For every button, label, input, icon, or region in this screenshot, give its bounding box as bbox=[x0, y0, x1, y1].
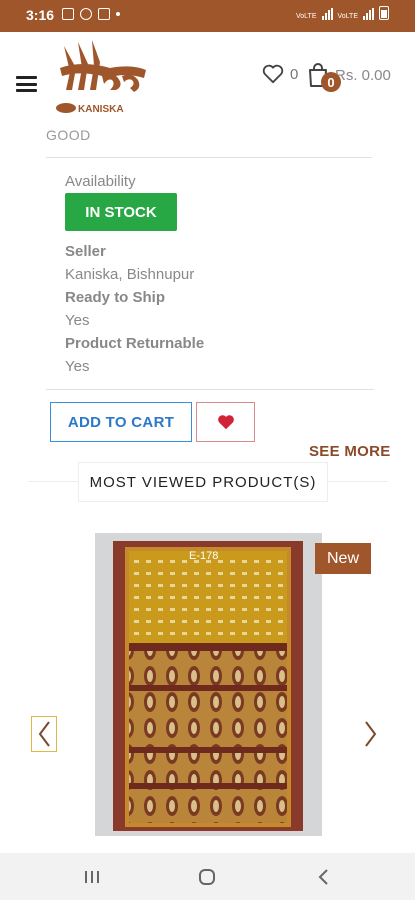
new-badge: New bbox=[315, 543, 371, 574]
divider bbox=[46, 157, 372, 158]
signal-2-icon bbox=[363, 8, 374, 20]
kaniska-logo-mark: KANISKA bbox=[56, 40, 146, 115]
status-bar: 3:16 VoLTE VoLTE bbox=[0, 0, 415, 32]
returnable-value: Yes bbox=[65, 358, 90, 375]
add-to-wishlist-button[interactable] bbox=[196, 402, 255, 442]
ready-to-ship-value: Yes bbox=[65, 312, 90, 329]
cart-total: Rs. 0.00 bbox=[335, 66, 391, 84]
see-more-link[interactable]: SEE MORE bbox=[309, 443, 391, 460]
youtube-icon bbox=[98, 8, 110, 20]
add-to-cart-button[interactable]: ADD TO CART bbox=[50, 402, 192, 442]
recent-apps-button[interactable] bbox=[80, 865, 104, 889]
wishlist-button[interactable]: 0 bbox=[262, 64, 298, 84]
carousel-prev-button[interactable] bbox=[31, 716, 57, 752]
seller-value: Kaniska, Bishnupur bbox=[65, 266, 195, 283]
whatsapp-icon bbox=[80, 8, 92, 20]
cart-button[interactable]: 0 Rs. 0.00 bbox=[307, 62, 391, 92]
kaniska-logo[interactable]: KANISKA bbox=[52, 38, 152, 118]
heart-outline-icon bbox=[262, 64, 284, 84]
volte-1-label: VoLTE bbox=[296, 13, 317, 20]
product-condition: GOOD bbox=[46, 127, 91, 143]
app-header: KANISKA 0 0 Rs. 0.00 bbox=[0, 32, 415, 124]
gallery-icon bbox=[62, 8, 74, 20]
battery-icon bbox=[379, 6, 389, 20]
carousel-next-button[interactable] bbox=[358, 716, 384, 752]
recent-apps-icon bbox=[85, 871, 99, 883]
back-button[interactable] bbox=[312, 865, 336, 889]
returnable-label: Product Returnable bbox=[65, 335, 205, 352]
chevron-right-icon bbox=[365, 721, 377, 747]
logo-wordmark: KANISKA bbox=[78, 104, 124, 115]
volte-2-label: VoLTE bbox=[337, 13, 359, 20]
chevron-left-icon bbox=[38, 721, 50, 747]
availability-label: Availability bbox=[65, 173, 136, 190]
home-button[interactable] bbox=[195, 865, 219, 889]
notification-icons bbox=[62, 8, 120, 20]
system-icons: VoLTE VoLTE bbox=[296, 6, 389, 20]
divider bbox=[46, 389, 374, 390]
product-code-label: E-178 bbox=[189, 550, 218, 562]
stock-status-badge: IN STOCK bbox=[65, 193, 177, 231]
menu-icon[interactable] bbox=[16, 76, 37, 92]
home-icon bbox=[199, 869, 215, 885]
ready-to-ship-label: Ready to Ship bbox=[65, 289, 166, 306]
most-viewed-title: MOST VIEWED PRODUCT(S) bbox=[78, 462, 328, 502]
product-image[interactable]: E-178 bbox=[95, 533, 322, 836]
status-time: 3:16 bbox=[26, 7, 55, 23]
signal-1-icon bbox=[321, 8, 333, 20]
back-icon bbox=[318, 869, 328, 885]
more-notifications-icon bbox=[116, 12, 120, 16]
heart-filled-icon bbox=[217, 415, 234, 430]
wishlist-count: 0 bbox=[290, 65, 299, 83]
system-nav-bar bbox=[0, 853, 415, 900]
seller-label: Seller bbox=[65, 243, 106, 260]
cart-count-badge: 0 bbox=[321, 72, 341, 92]
saree-image: E-178 bbox=[95, 533, 322, 836]
